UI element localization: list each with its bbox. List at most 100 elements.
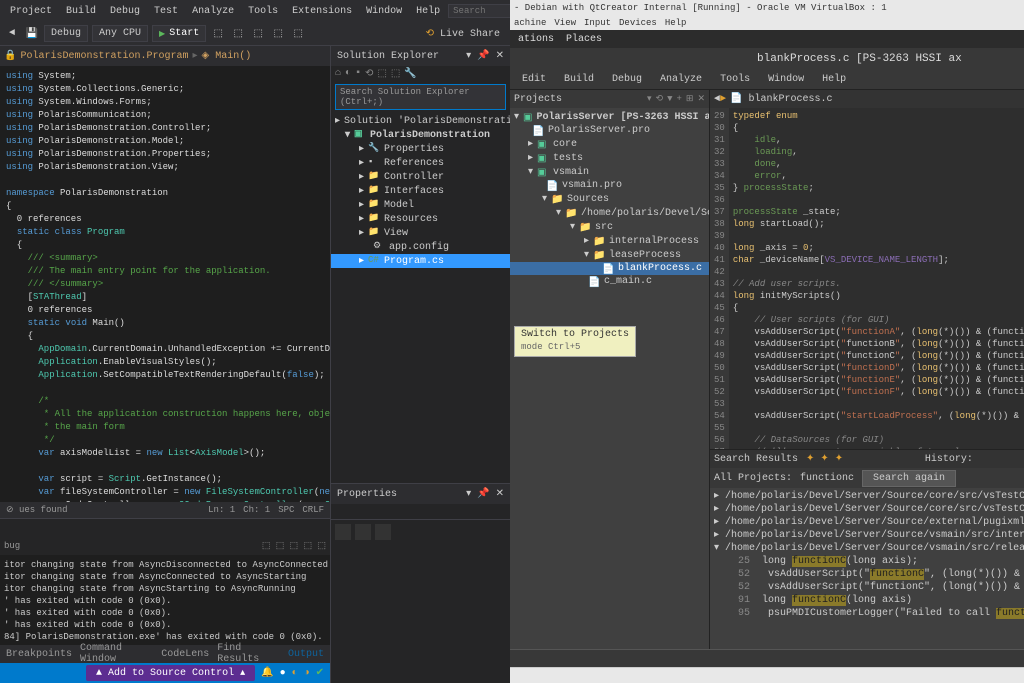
filter-icon[interactable]: ▼ <box>667 94 672 104</box>
qt-menu-build[interactable]: Build <box>556 72 602 87</box>
breadcrumb-class[interactable]: PolarisDemonstration.Program <box>16 51 192 62</box>
categorized-icon[interactable] <box>335 524 351 540</box>
tree-path[interactable]: ▾ 📁 /home/polaris/Devel/Server/So <box>510 206 709 220</box>
vm-menu-devices[interactable]: Devices <box>619 18 657 28</box>
result-line[interactable]: 52 vsAddUserScript("functionC", (long(*)… <box>714 581 1024 594</box>
result-file[interactable]: ▸ /home/polaris/Devel/Server/Source/vsma… <box>714 529 1024 542</box>
home-icon[interactable]: ⌂ <box>335 68 341 80</box>
tree-references[interactable]: ▸ ▪ References <box>331 156 510 170</box>
toolbar-icon[interactable]: ⬚ <box>230 26 246 42</box>
result-file[interactable]: ▸ /home/polaris/Devel/Server/Source/exte… <box>714 516 1024 529</box>
vm-menu-help[interactable]: Help <box>665 18 687 28</box>
tab-command-window[interactable]: Command Window <box>80 643 153 665</box>
alphabetical-icon[interactable] <box>355 524 371 540</box>
qt-menu-edit[interactable]: Edit <box>514 72 554 87</box>
tree-cmain[interactable]: 📄 c_main.c <box>510 275 709 288</box>
back-icon[interactable]: ◄ <box>4 26 20 42</box>
qt-menu-analyze[interactable]: Analyze <box>652 72 710 87</box>
sync-icon[interactable]: ⟲ <box>656 94 664 104</box>
qt-menu-window[interactable]: Window <box>760 72 812 87</box>
qt-project-tree[interactable]: ▾ ▣ PolarisServer [PS-3263 HSSI axis t 📄… <box>510 108 709 649</box>
liveshare-button[interactable]: ⟲ Live Share <box>420 26 506 42</box>
result-file[interactable]: ▾ /home/polaris/Devel/Server/Source/vsma… <box>714 542 1024 555</box>
tree-vsmain[interactable]: ▾ ▣ vsmain <box>510 165 709 179</box>
menu-help[interactable]: Help <box>410 4 446 19</box>
tree-interfaces[interactable]: ▸ 📁 Interfaces <box>331 184 510 198</box>
split-icon[interactable]: ⊞ <box>686 94 694 104</box>
qt-menu-help[interactable]: Help <box>814 72 854 87</box>
properties-icon[interactable] <box>375 524 391 540</box>
tree-properties[interactable]: ▸ 🔧 Properties <box>331 142 510 156</box>
feedback-icon[interactable]: ● <box>280 668 286 679</box>
result-file[interactable]: ▸ /home/polaris/Devel/Server/Source/core… <box>714 490 1024 503</box>
tab-breakpoints[interactable]: Breakpoints <box>6 649 72 660</box>
result-line[interactable]: 52 vsAddUserScript("functionC", (long(*)… <box>714 568 1024 581</box>
toolbar-icon[interactable]: ◐ <box>345 68 351 80</box>
output-source[interactable]: bug <box>4 541 20 551</box>
editor-tab[interactable]: 📄 blankProcess.c <box>730 93 832 105</box>
tree-model[interactable]: ▸ 📁 Model <box>331 198 510 212</box>
add-icon[interactable]: + <box>677 94 682 104</box>
vm-menu-view[interactable]: View <box>554 18 576 28</box>
tab-find-results[interactable]: Find Results <box>217 643 280 665</box>
tree-appconfig[interactable]: ⚙ app.config <box>331 240 510 254</box>
menu-project[interactable]: Project <box>4 4 58 19</box>
search-again-button[interactable]: Search again <box>862 470 956 487</box>
gnome-applications[interactable]: ations <box>518 34 554 45</box>
gnome-places[interactable]: Places <box>566 34 602 45</box>
search-results-list[interactable]: ▸ /home/polaris/Devel/Server/Source/core… <box>710 488 1024 649</box>
menu-debug[interactable]: Debug <box>104 4 146 19</box>
tree-tests[interactable]: ▸ ▣ tests <box>510 151 709 165</box>
tree-src[interactable]: ▾ 📁 src <box>510 220 709 234</box>
toolbar-icon[interactable]: ⬚ <box>250 26 266 42</box>
toolbar-icon[interactable]: ⬚ <box>270 26 286 42</box>
toolbar-icon[interactable]: ⬚ <box>210 26 226 42</box>
wrench-icon[interactable]: 🔧 <box>404 68 416 80</box>
platform-dropdown[interactable]: Any CPU <box>92 25 148 42</box>
menu-test[interactable]: Test <box>148 4 184 19</box>
qt-menu-debug[interactable]: Debug <box>604 72 650 87</box>
menu-build[interactable]: Build <box>60 4 102 19</box>
output-text[interactable]: itor changing state from AsyncDisconnect… <box>0 555 330 645</box>
solution-node[interactable]: ▸ Solution 'PolarisDemonstration' (1 of … <box>331 114 510 128</box>
project-node[interactable]: ▾ ▣ PolarisDemonstration <box>331 128 510 142</box>
tree-pro[interactable]: 📄 PolarisServer.pro <box>510 124 709 137</box>
tree-program-cs[interactable]: ▸ C# Program.cs <box>331 254 510 268</box>
tree-internal[interactable]: ▸ 📁 internalProcess <box>510 234 709 248</box>
tree-root[interactable]: ▾ ▣ PolarisServer [PS-3263 HSSI axis t <box>510 110 709 124</box>
tab-codelens[interactable]: CodeLens <box>161 649 209 660</box>
menu-window[interactable]: Window <box>360 4 408 19</box>
filter-icon[interactable]: ▾ <box>647 94 652 104</box>
result-file[interactable]: ▸ /home/polaris/Devel/Server/Source/core… <box>714 503 1024 516</box>
start-button[interactable]: Start <box>152 25 206 42</box>
menu-analyze[interactable]: Analyze <box>186 4 240 19</box>
refresh-icon[interactable]: ⟲ <box>365 68 373 80</box>
tree-blankprocess[interactable]: 📄 blankProcess.c <box>510 262 709 275</box>
toolbar-icon[interactable]: ▪ <box>355 68 361 80</box>
config-dropdown[interactable]: Debug <box>44 25 88 42</box>
tree-vsmain-pro[interactable]: 📄 vsmain.pro <box>510 179 709 192</box>
close-icon[interactable]: ✕ <box>697 94 705 104</box>
toolbar-icon[interactable]: ⬚ <box>290 26 306 42</box>
tree-controller[interactable]: ▸ 📁 Controller <box>331 170 510 184</box>
tree-sources[interactable]: ▾ 📁 Sources <box>510 192 709 206</box>
result-line[interactable]: 95 psuPMDICustomerLogger("Failed to call… <box>714 607 1024 620</box>
save-icon[interactable]: 💾 <box>24 26 40 42</box>
vm-menu-machine[interactable]: achine <box>514 18 546 28</box>
tab-output[interactable]: Output <box>288 649 324 660</box>
qt-menu-tools[interactable]: Tools <box>712 72 758 87</box>
toolbar-icon[interactable]: ⬚ <box>377 68 386 80</box>
menu-extensions[interactable]: Extensions <box>286 4 358 19</box>
add-source-control[interactable]: ▲ Add to Source Control ▴ <box>86 665 255 681</box>
menu-tools[interactable]: Tools <box>242 4 284 19</box>
status-icon[interactable]: ◑ <box>304 668 310 679</box>
vs-code-editor[interactable]: using System; using System.Collections.G… <box>0 66 330 502</box>
pin-icon[interactable]: ▾ 📌 ✕ <box>466 488 504 500</box>
qt-code-editor[interactable]: typedef enum { idle, loading, done, erro… <box>729 108 1024 449</box>
tree-resources[interactable]: ▸ 📁 Resources <box>331 212 510 226</box>
notifications-icon[interactable]: 🔔 <box>261 667 273 679</box>
tree-release[interactable]: ▾ 📁 leaseProcess <box>510 248 709 262</box>
nav-fwd-icon[interactable]: ► <box>720 94 726 105</box>
search-solution-input[interactable]: Search Solution Explorer (Ctrl+;) <box>335 84 506 110</box>
search-toolbar-icon[interactable]: ✦ ✦ ✦ <box>806 453 843 465</box>
